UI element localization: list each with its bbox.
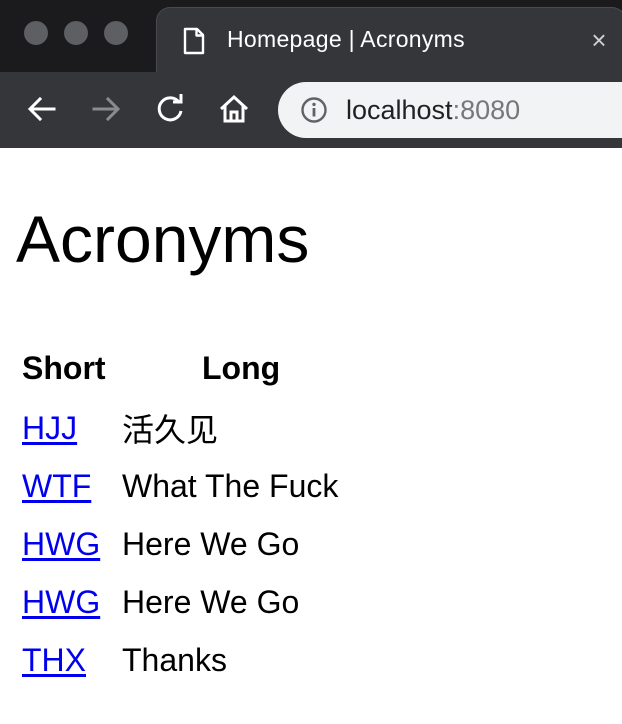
info-icon[interactable] — [300, 96, 328, 124]
acronyms-table: Short Long HJJ 活久见 WTF What The Fuck HWG… — [22, 350, 338, 689]
tab-homepage[interactable]: Homepage | Acronyms × — [156, 7, 622, 72]
short-cell: HWG — [22, 573, 122, 631]
short-cell: HWG — [22, 515, 122, 573]
url-host: localhost — [346, 95, 453, 125]
table-row: HWG Here We Go — [22, 515, 338, 573]
reload-icon[interactable] — [152, 91, 188, 127]
acronym-link[interactable]: HWG — [22, 584, 100, 620]
url-port: :8080 — [452, 95, 521, 125]
browser-chrome: Homepage | Acronyms × localhost:8080 — [0, 0, 622, 148]
acronym-link[interactable]: HJJ — [22, 410, 77, 446]
tab-title: Homepage | Acronyms — [227, 26, 465, 52]
forward-arrow-icon[interactable] — [88, 91, 124, 127]
long-cell: Here We Go — [122, 525, 300, 562]
long-cell: Here We Go — [122, 583, 300, 620]
table-row: THX Thanks — [22, 631, 338, 689]
acronym-link[interactable]: HWG — [22, 526, 100, 562]
long-cell: Thanks — [122, 641, 227, 678]
acronym-link[interactable]: WTF — [22, 468, 91, 504]
long-cell: What The Fuck — [122, 467, 339, 504]
url-text[interactable]: localhost:8080 — [346, 95, 520, 126]
document-icon — [182, 27, 206, 55]
tab-close-button[interactable]: × — [585, 26, 613, 54]
browser-toolbar: localhost:8080 — [0, 72, 622, 148]
address-bar[interactable]: localhost:8080 — [278, 82, 622, 138]
back-arrow-icon[interactable] — [24, 91, 60, 127]
short-cell: HJJ — [22, 399, 122, 457]
column-header-long: Long — [202, 350, 281, 386]
tab-strip: Homepage | Acronyms × — [0, 0, 622, 72]
table-header-row: Short Long — [22, 350, 338, 399]
column-header-short: Short — [22, 350, 106, 386]
table-row: HJJ 活久见 — [22, 399, 338, 457]
minimize-window-button[interactable] — [64, 21, 88, 45]
maximize-window-button[interactable] — [104, 21, 128, 45]
table-row: WTF What The Fuck — [22, 457, 338, 515]
acronym-link[interactable]: THX — [22, 642, 86, 678]
short-cell: WTF — [22, 457, 122, 515]
table-row: HWG Here We Go — [22, 573, 338, 631]
close-window-button[interactable] — [24, 21, 48, 45]
short-cell: THX — [22, 631, 122, 689]
home-icon[interactable] — [216, 91, 252, 127]
long-cell: 活久见 — [122, 412, 219, 448]
page-content: Acronyms Short Long HJJ 活久见 WTF What The… — [0, 148, 622, 724]
page-title: Acronyms — [16, 202, 310, 276]
